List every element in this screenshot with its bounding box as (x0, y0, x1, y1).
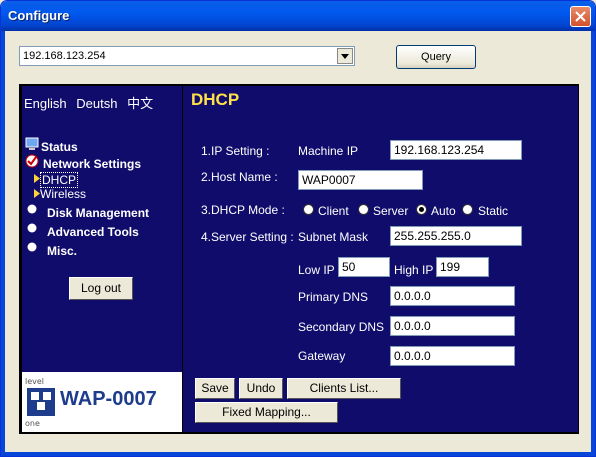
primary-dns-field[interactable]: 0.0.0.0 (390, 286, 515, 306)
radio-client-label: Client (318, 204, 349, 218)
radio-server[interactable] (358, 204, 369, 215)
svg-text:one: one (25, 419, 40, 428)
machine-ip-label: Machine IP (298, 144, 359, 158)
machine-ip-field[interactable]: 192.168.123.254 (390, 140, 522, 160)
language-deutsch[interactable]: Deutsh (76, 96, 117, 111)
gateway-label: Gateway (298, 349, 346, 363)
window-frame-bottom (1, 452, 595, 456)
language-bar: English Deutsh 中文 (24, 93, 159, 112)
host-name-label: 2.Host Name : (201, 170, 278, 184)
sidebar-item-dhcp[interactable]: DHCP (40, 172, 79, 188)
model-name: WAP-0007 (60, 388, 157, 410)
gateway-field[interactable]: 0.0.0.0 (390, 346, 515, 366)
svg-text:level: level (25, 377, 44, 386)
clients-list-button[interactable]: Clients List... (287, 378, 401, 399)
radio-static[interactable] (462, 204, 473, 215)
sidebar-item-advanced-tools[interactable]: Advanced Tools (47, 225, 139, 239)
address-combobox[interactable]: 192.168.123.254 (19, 46, 355, 66)
high-ip-label: High IP (394, 263, 434, 277)
secondary-dns-label: Secondary DNS (298, 320, 385, 334)
sidebar-item-disk-management[interactable]: Disk Management (47, 206, 149, 220)
close-icon (575, 11, 586, 22)
radio-server-label: Server (373, 204, 409, 218)
save-button[interactable]: Save (195, 378, 235, 399)
language-chinese[interactable]: 中文 (127, 96, 153, 111)
low-ip-label: Low IP (298, 263, 335, 277)
high-ip-field[interactable]: 199 (436, 257, 489, 277)
sidebar-item-network-settings[interactable]: Network Settings (43, 157, 141, 171)
address-value: 192.168.123.254 (23, 50, 106, 62)
radio-static-label: Static (478, 204, 509, 218)
close-button[interactable] (570, 6, 591, 27)
page-title: DHCP (191, 90, 240, 109)
undo-button[interactable]: Undo (239, 378, 283, 399)
language-english[interactable]: English (24, 96, 67, 111)
primary-dns-label: Primary DNS (298, 290, 369, 304)
dropdown-button[interactable] (337, 48, 353, 64)
chevron-down-icon (341, 54, 349, 59)
window-frame-left (1, 31, 5, 456)
title-bar[interactable]: Configure (1, 1, 595, 31)
radio-auto-label: Auto (431, 204, 456, 218)
ip-setting-label: 1.IP Setting : (201, 144, 270, 158)
monitor-icon (25, 137, 39, 150)
low-ip-field[interactable]: 50 (338, 257, 390, 277)
bullet-icon (27, 204, 37, 214)
window-title: Configure (8, 8, 70, 23)
query-button[interactable]: Query (396, 45, 476, 69)
logo: level one WAP-0007 (22, 372, 182, 432)
window-frame-right (591, 31, 595, 456)
server-setting-label: 4.Server Setting : (201, 230, 294, 244)
bullet-icon (27, 242, 37, 252)
fixed-mapping-button[interactable]: Fixed Mapping... (195, 402, 338, 423)
sidebar-item-misc[interactable]: Misc. (47, 244, 77, 258)
sidebar-item-status[interactable]: Status (41, 140, 78, 154)
logout-button[interactable]: Log out (69, 277, 133, 300)
subnet-mask-field[interactable]: 255.255.255.0 (390, 226, 522, 246)
secondary-dns-field[interactable]: 0.0.0.0 (390, 316, 515, 336)
radio-client[interactable] (303, 204, 314, 215)
checkmark-icon (25, 154, 39, 168)
configure-window: Configure 192.168.123.254 Query English … (0, 0, 596, 457)
host-name-field[interactable]: WAP0007 (298, 170, 423, 190)
subnet-mask-label: Subnet Mask (298, 230, 369, 244)
dhcp-mode-label: 3.DHCP Mode : (201, 203, 285, 217)
sidebar-item-wireless[interactable]: Wireless (40, 187, 86, 201)
levelone-logo-icon: level one (25, 377, 55, 428)
radio-auto[interactable] (416, 204, 427, 215)
bullet-icon (27, 223, 37, 233)
